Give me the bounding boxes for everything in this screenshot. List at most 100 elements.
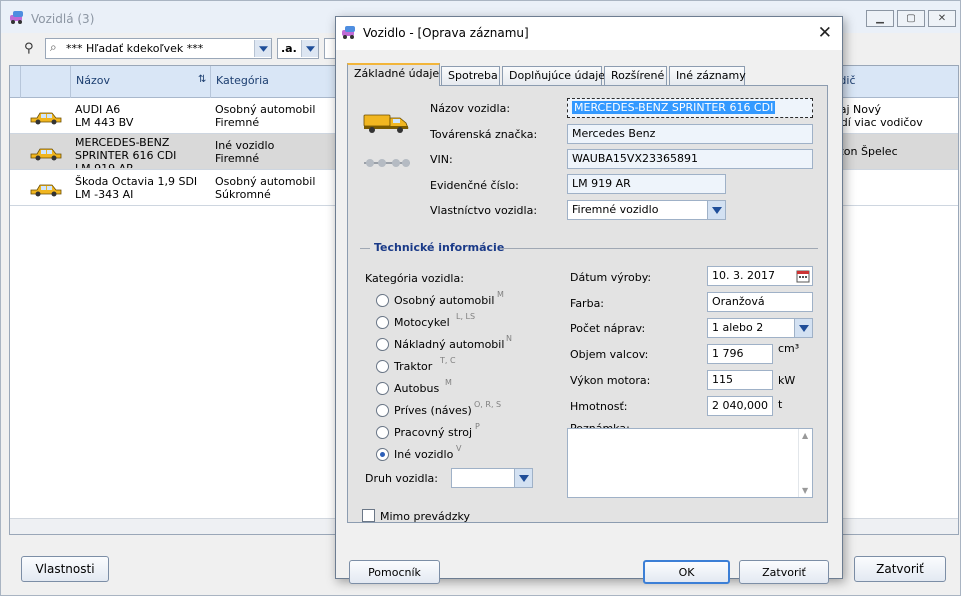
dialog-title: Vozidlo - [Oprava záznamu] [363,26,529,40]
label-out-of-service: Mimo prevádzky [380,510,471,523]
filter-combo[interactable]: .a. [277,38,319,59]
tab-other-records[interactable]: Iné záznamy [669,66,746,85]
dialog-close-button[interactable]: Zatvoriť [739,560,829,584]
label-category: Kategória vozidla: [365,272,464,285]
scroll-down-icon[interactable]: ▼ [802,486,808,495]
label-ownership: Vlastníctvo vozidla: [430,204,538,217]
calendar-icon[interactable] [796,269,810,283]
truck-icon [363,114,409,133]
properties-button[interactable]: Vlastnosti [21,556,109,582]
tab-consumption[interactable]: Spotreba [441,66,500,85]
radio-label: Pracovný stroj [394,426,473,439]
chevron-down-icon[interactable] [794,319,812,337]
label-weight: Hmotnosť: [570,400,628,413]
chevron-down-icon[interactable] [301,40,318,57]
row-category: Osobný automobil Súkromné [215,175,316,201]
app-icon [342,26,355,39]
car-icon [30,148,62,161]
row-driver: Anton Špelec [825,145,898,158]
label-vehicle-type: Druh vozidla: [365,472,438,485]
ownership-select[interactable]: Firemné vozidlo [567,200,726,220]
vehicle-type-select[interactable] [451,468,533,488]
category-code: V [456,444,462,453]
category-code: M [445,378,452,387]
radio-label: Príves (náves) [394,404,472,417]
row-driver: Juraj Nový Jazdí viac vodičov [825,103,923,129]
app-icon [10,11,23,24]
radio-label: Iné vozidlo [394,448,454,461]
radio-passenger-car[interactable] [376,294,389,307]
radio-tractor[interactable] [376,360,389,373]
note-scrollbar[interactable]: ▲ ▼ [798,429,812,497]
maximize-icon[interactable]: ▢ [897,10,925,27]
color-field[interactable]: Oranžová [707,292,813,312]
unit-power: kW [778,374,796,387]
close-icon[interactable]: ✕ [928,10,956,27]
label-vin: VIN: [430,153,453,166]
ok-button[interactable]: OK [643,560,730,584]
search-value: *** Hľadať kdekoľvek *** [66,42,204,55]
binoculars-icon[interactable]: ⚲ [24,41,34,56]
minimize-icon[interactable]: ▁ [866,10,894,27]
out-of-service-checkbox[interactable] [362,509,375,522]
power-field[interactable]: 115 [707,370,773,390]
category-code: O, R, S [474,400,502,409]
category-code: M [497,290,504,299]
section-technical-title: Technické informácie [374,241,505,254]
basic-data-panel: Názov vozidla: MERCEDES-BENZ SPRINTER 61… [347,85,828,523]
chevron-down-icon[interactable] [707,201,725,219]
category-code: N [506,334,512,343]
scroll-up-icon[interactable]: ▲ [802,431,808,440]
radio-label: Autobus [394,382,440,395]
tab-additional[interactable]: Doplňujúce údaje [502,66,605,85]
radio-other-vehicle[interactable] [376,448,389,461]
window-title: Vozidlá (3) [31,12,95,26]
label-color: Farba: [570,297,605,310]
axles-value: 1 alebo 2 [712,321,764,334]
radio-motorcycle[interactable] [376,316,389,329]
vin-field[interactable]: WAUBA15VX23365891 [567,149,813,169]
unit-displacement: cm³ [778,342,800,355]
chevron-down-icon[interactable] [514,469,532,487]
category-code: L, LS [456,312,476,321]
brand-field[interactable]: Mercedes Benz [567,124,813,144]
category-code: P [475,422,480,431]
tab-basic[interactable]: Základné údaje [347,63,440,86]
label-power: Výkon motora: [570,374,651,387]
column-category[interactable]: Kategória [216,74,269,87]
sort-icon[interactable]: ⇅ [198,74,206,85]
label-manufacture-date: Dátum výroby: [570,271,652,284]
displacement-field[interactable]: 1 796 [707,344,773,364]
label-vehicle-name: Názov vozidla: [430,102,511,115]
radio-truck[interactable] [376,338,389,351]
radio-bus[interactable] [376,382,389,395]
close-icon[interactable]: ✕ [818,23,832,43]
label-displacement: Objem valcov: [570,348,649,361]
radio-label: Osobný automobil [394,294,495,307]
registration-field[interactable]: LM 919 AR [567,174,726,194]
axles-select[interactable]: 1 alebo 2 [707,318,813,338]
tab-extended[interactable]: Rozšírené [604,66,667,85]
ownership-value: Firemné vozidlo [572,203,659,216]
helper-button[interactable]: Pomocník [349,560,440,584]
axle-icon [364,159,410,167]
radio-work-machine[interactable] [376,426,389,439]
window-close-button[interactable]: Zatvoriť [854,556,946,582]
vehicle-dialog: Vozidlo - [Oprava záznamu] ✕ Základné úd… [335,16,843,584]
radio-trailer[interactable] [376,404,389,417]
chevron-down-icon[interactable] [254,40,271,57]
label-brand: Továrenská značka: [430,128,538,141]
search-icon: ⌕ [50,40,57,54]
row-category: Osobný automobil Firemné [215,103,316,129]
manufacture-date-field[interactable]: 10. 3. 2017 [707,266,813,286]
radio-label: Motocykel [394,316,450,329]
vehicle-name-value: MERCEDES-BENZ SPRINTER 616 CDI [572,101,776,114]
note-textarea[interactable]: ▲ ▼ [567,428,813,498]
column-name[interactable]: Názov [76,74,110,87]
search-combo[interactable]: ⌕ *** Hľadať kdekoľvek *** [45,38,272,59]
weight-field[interactable]: 2 040,000 [707,396,773,416]
row-name: Škoda Octavia 1,9 SDI LM -343 AI [75,175,198,201]
row-name: AUDI A6 LM 443 BV [75,103,134,129]
vehicle-name-field[interactable]: MERCEDES-BENZ SPRINTER 616 CDI [567,98,813,118]
radio-label: Nákladný automobil [394,338,505,351]
